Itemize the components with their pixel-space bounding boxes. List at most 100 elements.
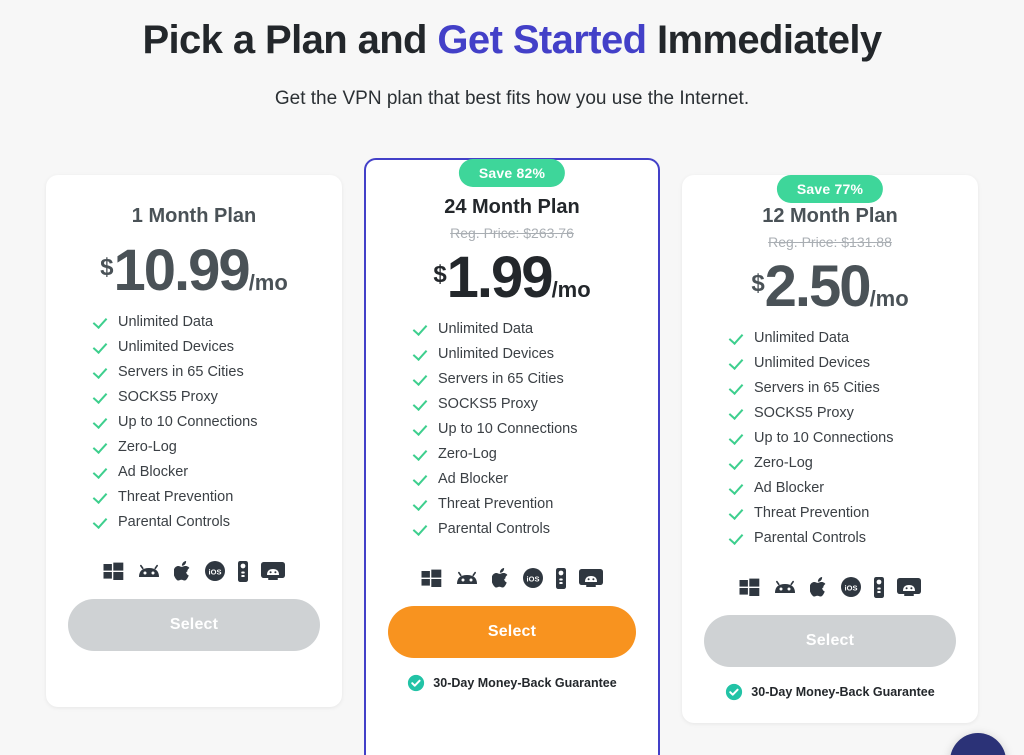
- list-item: Up to 10 Connections: [414, 421, 636, 437]
- feature-list: Unlimited Data Unlimited Devices Servers…: [68, 314, 320, 539]
- check-icon: [730, 381, 744, 395]
- check-icon: [414, 497, 428, 511]
- feature-label: Threat Prevention: [118, 489, 234, 505]
- feature-label: Servers in 65 Cities: [754, 380, 880, 396]
- verified-badge-icon: [726, 683, 743, 701]
- feature-label: Ad Blocker: [438, 471, 509, 487]
- price-row: $ 2.50 /mo: [751, 258, 908, 316]
- list-item: Unlimited Devices: [730, 355, 956, 371]
- check-icon: [730, 331, 744, 345]
- android-tv-icon: [897, 577, 921, 597]
- fire-stick-icon: [556, 567, 566, 589]
- check-icon: [730, 481, 744, 495]
- check-icon: [94, 390, 108, 404]
- plan-name: 24 Month Plan: [444, 196, 580, 218]
- list-item: Threat Prevention: [94, 489, 320, 505]
- check-icon: [730, 431, 744, 445]
- feature-list: Unlimited Data Unlimited Devices Servers…: [704, 330, 956, 555]
- check-icon: [94, 515, 108, 529]
- list-item: Parental Controls: [414, 521, 636, 537]
- android-tv-icon: [261, 561, 285, 581]
- list-item: Unlimited Data: [94, 314, 320, 330]
- feature-label: Unlimited Devices: [438, 346, 555, 362]
- feature-label: Ad Blocker: [118, 464, 189, 480]
- check-icon: [414, 447, 428, 461]
- select-button[interactable]: Select: [388, 606, 636, 658]
- pricing-card-24-month: Save 82% 24 Month Plan Reg. Price: $263.…: [364, 158, 660, 755]
- list-item: Parental Controls: [94, 514, 320, 530]
- fire-stick-icon: [238, 560, 248, 582]
- feature-label: SOCKS5 Proxy: [754, 405, 854, 421]
- feature-label: Unlimited Devices: [754, 355, 871, 371]
- check-icon: [94, 465, 108, 479]
- list-item: Ad Blocker: [414, 471, 636, 487]
- check-icon: [94, 340, 108, 354]
- currency-symbol: $: [100, 254, 114, 281]
- feature-label: Zero-Log: [754, 455, 813, 471]
- ios-icon: iOS: [841, 577, 861, 597]
- feature-label: Unlimited Data: [754, 330, 850, 346]
- price-row: $ 10.99 /mo: [100, 242, 288, 300]
- status-badge: Save 77%: [776, 175, 884, 203]
- price-amount: 1.99: [446, 245, 554, 310]
- plan-name: 1 Month Plan: [131, 205, 257, 227]
- list-item: Servers in 65 Cities: [414, 371, 636, 387]
- list-item: Unlimited Data: [414, 321, 636, 337]
- list-item: Unlimited Data: [730, 330, 956, 346]
- feature-label: Unlimited Data: [438, 321, 534, 337]
- regular-price: Reg. Price: $131.88: [768, 234, 892, 250]
- feature-label: Servers in 65 Cities: [438, 371, 564, 387]
- check-icon: [94, 440, 108, 454]
- svg-text:iOS: iOS: [845, 583, 858, 592]
- list-item: Up to 10 Connections: [94, 414, 320, 430]
- feature-label: Parental Controls: [118, 514, 231, 530]
- list-item: Up to 10 Connections: [730, 430, 956, 446]
- currency-symbol: $: [433, 261, 447, 288]
- verified-badge-icon: [408, 674, 425, 692]
- feature-label: SOCKS5 Proxy: [118, 389, 218, 405]
- list-item: Ad Blocker: [94, 464, 320, 480]
- price-amount: 2.50: [764, 254, 872, 319]
- list-item: Ad Blocker: [730, 480, 956, 496]
- check-icon: [414, 472, 428, 486]
- check-icon: [94, 490, 108, 504]
- guarantee-label: 30-Day Money-Back Guarantee: [433, 676, 617, 690]
- check-icon: [730, 406, 744, 420]
- apple-icon: [492, 567, 510, 589]
- list-item: Servers in 65 Cities: [730, 380, 956, 396]
- feature-label: Zero-Log: [438, 446, 497, 462]
- android-icon: [773, 578, 797, 596]
- check-icon: [414, 347, 428, 361]
- select-button[interactable]: Select: [68, 599, 320, 651]
- svg-text:iOS: iOS: [527, 574, 540, 583]
- money-back-guarantee: 30-Day Money-Back Guarantee: [725, 683, 935, 701]
- money-back-guarantee: 30-Day Money-Back Guarantee: [407, 674, 617, 692]
- feature-label: Zero-Log: [118, 439, 177, 455]
- check-icon: [414, 397, 428, 411]
- check-icon: [94, 415, 108, 429]
- page-subtitle: Get the VPN plan that best fits how you …: [274, 88, 750, 109]
- select-button[interactable]: Select: [704, 615, 956, 667]
- pricing-card-body: 12 Month Plan Reg. Price: $131.88 $ 2.50…: [682, 175, 978, 723]
- list-item: Zero-Log: [94, 439, 320, 455]
- apple-icon: [174, 560, 192, 582]
- page-title-part-1: Pick a Plan and: [142, 18, 438, 62]
- status-badge: Save 82%: [458, 159, 566, 187]
- feature-label: Up to 10 Connections: [438, 421, 578, 437]
- feature-label: SOCKS5 Proxy: [438, 396, 538, 412]
- list-item: Unlimited Devices: [94, 339, 320, 355]
- list-item: Zero-Log: [730, 455, 956, 471]
- android-icon: [137, 562, 161, 580]
- list-item: Servers in 65 Cities: [94, 364, 320, 380]
- ios-icon: iOS: [205, 561, 225, 581]
- check-icon: [94, 315, 108, 329]
- ios-icon: iOS: [523, 568, 543, 588]
- feature-label: Unlimited Devices: [118, 339, 235, 355]
- pricing-card-12-month: Save 77% 12 Month Plan Reg. Price: $131.…: [682, 175, 978, 723]
- svg-text:iOS: iOS: [209, 567, 222, 576]
- android-tv-icon: [579, 568, 603, 588]
- platform-icons: iOS: [103, 559, 285, 583]
- feature-label: Unlimited Data: [118, 314, 214, 330]
- feature-label: Parental Controls: [754, 530, 867, 546]
- currency-symbol: $: [751, 270, 765, 297]
